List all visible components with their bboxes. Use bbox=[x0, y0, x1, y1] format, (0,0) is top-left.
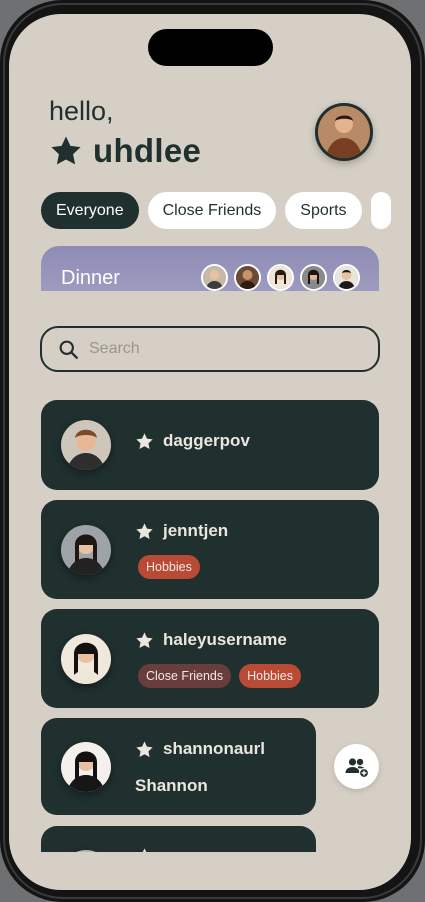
filter-chip-close-friends[interactable]: Close Friends bbox=[147, 192, 277, 229]
search-bar[interactable] bbox=[40, 326, 380, 372]
tag-close-friends: Close Friends bbox=[138, 664, 232, 688]
bottom-safe-area bbox=[9, 852, 411, 890]
friend-username: haleyusername bbox=[163, 630, 287, 649]
friend-avatar bbox=[61, 634, 111, 684]
username: uhdlee bbox=[93, 132, 202, 169]
star-icon bbox=[51, 136, 81, 165]
friend-tags: Close Friends Hobbies bbox=[138, 664, 301, 688]
filter-chip-sports[interactable]: Sports bbox=[285, 192, 362, 229]
friend-avatar bbox=[61, 525, 111, 575]
friend-card[interactable]: jenntjen Hobbies bbox=[41, 500, 379, 599]
member-avatar bbox=[267, 264, 294, 291]
avatar-portrait bbox=[318, 106, 370, 158]
group-member-avatars bbox=[201, 264, 360, 291]
friend-tags: Hobbies bbox=[138, 555, 200, 579]
friend-name-row: jenntjen bbox=[135, 521, 228, 541]
member-avatar bbox=[201, 264, 228, 291]
friend-card[interactable]: haleyusername Close Friends Hobbies bbox=[41, 609, 379, 708]
star-icon[interactable] bbox=[135, 432, 154, 451]
friend-card[interactable]: daggerpov bbox=[41, 400, 379, 490]
friend-name-row: shannonaurl bbox=[135, 739, 265, 759]
add-friend-to-group-button[interactable] bbox=[334, 744, 379, 789]
friend-name-row: daggerpov bbox=[135, 431, 250, 451]
search-icon bbox=[59, 340, 78, 359]
friend-name-row: haleyusername bbox=[135, 630, 287, 650]
filter-chip-everyone[interactable]: Everyone bbox=[41, 192, 139, 229]
filter-chips: Everyone Close Friends Sports bbox=[41, 192, 391, 229]
friend-display-name: Shannon bbox=[135, 776, 208, 795]
friend-avatar bbox=[61, 742, 111, 792]
star-icon[interactable] bbox=[135, 631, 154, 650]
group-add-icon bbox=[345, 757, 369, 778]
friend-username: jenntjen bbox=[163, 521, 229, 540]
friend-username: shannonaurl bbox=[163, 739, 266, 758]
member-avatar bbox=[300, 264, 327, 291]
greeting: hello, bbox=[49, 96, 114, 126]
friend-username: daggerpov bbox=[163, 431, 250, 450]
profile-avatar[interactable] bbox=[315, 103, 373, 161]
member-avatar bbox=[333, 264, 360, 291]
search-input[interactable] bbox=[89, 340, 339, 358]
star-icon[interactable] bbox=[135, 522, 154, 541]
group-card[interactable]: Dinner bbox=[41, 246, 379, 291]
dynamic-island bbox=[148, 29, 273, 66]
tag-hobbies: Hobbies bbox=[138, 555, 200, 579]
star-icon[interactable] bbox=[135, 740, 154, 759]
tag-hobbies: Hobbies bbox=[239, 664, 301, 688]
filter-chip-more[interactable] bbox=[370, 192, 391, 229]
group-name: Dinner bbox=[61, 267, 120, 289]
friend-avatar bbox=[61, 420, 111, 470]
member-avatar bbox=[234, 264, 261, 291]
app-screen: hello, uhdlee Everyone Close Friends Spo… bbox=[9, 14, 411, 890]
username-row: uhdlee bbox=[49, 132, 201, 170]
friend-card[interactable]: shannonaurl Shannon bbox=[41, 718, 316, 815]
phone-frame: hello, uhdlee Everyone Close Friends Spo… bbox=[0, 0, 425, 902]
